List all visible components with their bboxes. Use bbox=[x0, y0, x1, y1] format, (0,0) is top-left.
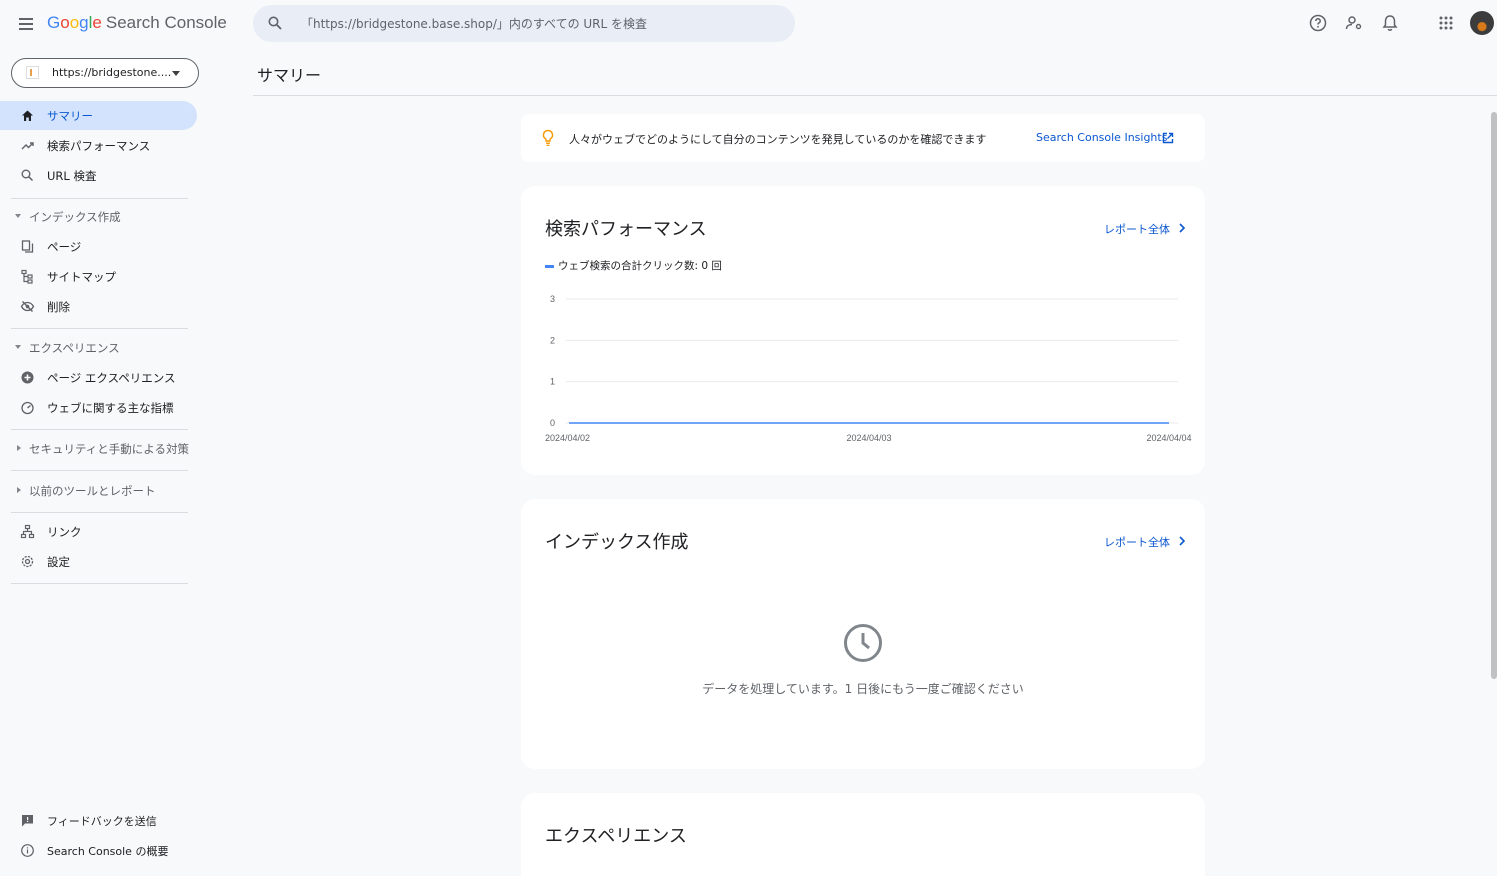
sidebar-divider bbox=[11, 512, 188, 513]
pages-icon bbox=[21, 240, 34, 253]
indexing-title: インデックス作成 bbox=[545, 532, 689, 553]
search-icon bbox=[268, 16, 282, 30]
expand-triangle-icon bbox=[17, 487, 21, 493]
sitemap-icon bbox=[21, 269, 33, 284]
chevron-down-icon bbox=[172, 71, 180, 76]
sidebar-item-pages[interactable]: ページ bbox=[0, 232, 197, 261]
search-icon bbox=[21, 169, 34, 182]
speed-icon bbox=[21, 401, 34, 415]
x-tick-label: 2024/04/02 bbox=[545, 433, 590, 441]
section-experience[interactable]: エクスペリエンス bbox=[0, 337, 190, 359]
insights-text: 人々がウェブでどのようにして自分のコンテンツを発見しているのかを確認できます bbox=[569, 133, 987, 146]
section-security[interactable]: セキュリティと手動による対策 bbox=[0, 438, 190, 460]
apps-grid-icon[interactable] bbox=[1436, 13, 1456, 33]
app-logo[interactable]: Google Search Console bbox=[47, 13, 227, 33]
sidebar-divider bbox=[11, 429, 188, 430]
chart-legend: ウェブ検索の合計クリック数: 0 回 bbox=[545, 258, 722, 273]
main-scrollbar[interactable] bbox=[1491, 112, 1497, 679]
sidebar-item-performance[interactable]: 検索パフォーマンス bbox=[0, 131, 197, 160]
indexing-card: インデックス作成 レポート全体 データを処理しています。1 日後にもう一度ご確認… bbox=[521, 499, 1205, 769]
about-search-console-link[interactable]: Search Console の概要 bbox=[0, 836, 197, 865]
search-console-insights-link[interactable]: Search Console Insights bbox=[1036, 131, 1167, 144]
y-tick-label: 3 bbox=[550, 294, 555, 304]
property-selector[interactable]: https://bridgestone.... bbox=[11, 58, 199, 88]
sidebar-item-settings[interactable]: 設定 bbox=[0, 547, 197, 576]
legend-label: ウェブ検索の合計クリック数: 0 回 bbox=[558, 260, 722, 272]
sidebar-divider bbox=[11, 328, 188, 329]
user-settings-icon[interactable] bbox=[1344, 13, 1364, 33]
section-legacy-tools[interactable]: 以前のツールとレポート bbox=[0, 480, 190, 502]
experience-title: エクスペリエンス bbox=[545, 826, 687, 847]
sidebar-item-links[interactable]: リンク bbox=[0, 517, 197, 546]
account-avatar[interactable] bbox=[1470, 11, 1494, 35]
processing-message: データを処理しています。1 日後にもう一度ご確認ください bbox=[702, 682, 1024, 696]
url-inspect-search-bar[interactable]: 「https://bridgestone.base.shop/」内のすべての U… bbox=[253, 5, 795, 42]
trending-up-icon bbox=[21, 142, 34, 150]
page-title: サマリー bbox=[257, 66, 322, 85]
chevron-right-icon[interactable] bbox=[1178, 536, 1186, 546]
eye-off-icon bbox=[20, 301, 35, 312]
feedback-icon bbox=[22, 815, 33, 827]
top-bar: Google Search Console 「https://bridgeston… bbox=[0, 0, 1497, 48]
lightbulb-icon bbox=[542, 129, 554, 146]
sidebar-item-page-experience[interactable]: ページ エクスペリエンス bbox=[0, 363, 197, 392]
title-divider bbox=[253, 95, 1497, 96]
legend-swatch bbox=[545, 264, 554, 268]
performance-chart: 0 1 2 3 2024/04/02 2024/04/03 2024/04/04 bbox=[545, 294, 1192, 441]
gear-icon bbox=[21, 555, 34, 568]
home-icon bbox=[22, 110, 33, 121]
collapse-triangle-icon bbox=[15, 345, 21, 349]
sidebar-item-core-web-vitals[interactable]: ウェブに関する主な指標 bbox=[0, 393, 197, 422]
expand-triangle-icon bbox=[17, 445, 21, 451]
experience-card: エクスペリエンス bbox=[521, 793, 1205, 876]
performance-title: 検索パフォーマンス bbox=[545, 219, 707, 240]
y-tick-label: 0 bbox=[550, 418, 555, 428]
info-icon bbox=[21, 844, 34, 857]
insights-banner: 人々がウェブでどのようにして自分のコンテンツを発見しているのかを確認できます S… bbox=[521, 114, 1205, 162]
x-tick-label: 2024/04/04 bbox=[1146, 433, 1191, 441]
sidebar-item-summary[interactable]: サマリー bbox=[0, 101, 197, 130]
sidebar-divider bbox=[11, 583, 188, 584]
sidebar-item-url-inspection[interactable]: URL 検査 bbox=[0, 161, 197, 190]
external-link-icon[interactable] bbox=[1162, 132, 1174, 144]
search-placeholder: 「https://bridgestone.base.shop/」内のすべての U… bbox=[301, 17, 648, 31]
clock-icon bbox=[844, 624, 882, 662]
notifications-bell-icon[interactable] bbox=[1380, 13, 1400, 33]
sidebar-divider bbox=[11, 470, 188, 471]
menu-icon[interactable] bbox=[14, 12, 38, 36]
send-feedback-link[interactable]: フィードバックを送信 bbox=[0, 806, 197, 835]
sidebar-item-removals[interactable]: 削除 bbox=[0, 292, 197, 321]
links-icon bbox=[20, 524, 35, 539]
y-tick-label: 1 bbox=[550, 377, 555, 387]
plus-circle-icon bbox=[21, 371, 34, 384]
performance-full-report-link[interactable]: レポート全体 bbox=[1104, 221, 1170, 237]
product-name: Search Console bbox=[105, 13, 227, 32]
performance-card: 検索パフォーマンス レポート全体 ウェブ検索の合計クリック数: 0 回 0 1 2 3… bbox=[521, 186, 1205, 475]
collapse-triangle-icon bbox=[15, 214, 21, 218]
chevron-right-icon[interactable] bbox=[1178, 223, 1186, 233]
sidebar-item-sitemaps[interactable]: サイトマップ bbox=[0, 262, 197, 291]
property-favicon-icon bbox=[26, 66, 39, 79]
property-url: https://bridgestone.... bbox=[52, 66, 172, 79]
sidebar-divider bbox=[11, 198, 188, 199]
x-tick-label: 2024/04/03 bbox=[846, 433, 891, 441]
help-icon[interactable] bbox=[1308, 13, 1328, 33]
indexing-full-report-link[interactable]: レポート全体 bbox=[1104, 534, 1170, 550]
y-tick-label: 2 bbox=[550, 335, 555, 345]
section-indexing[interactable]: インデックス作成 bbox=[0, 206, 190, 228]
